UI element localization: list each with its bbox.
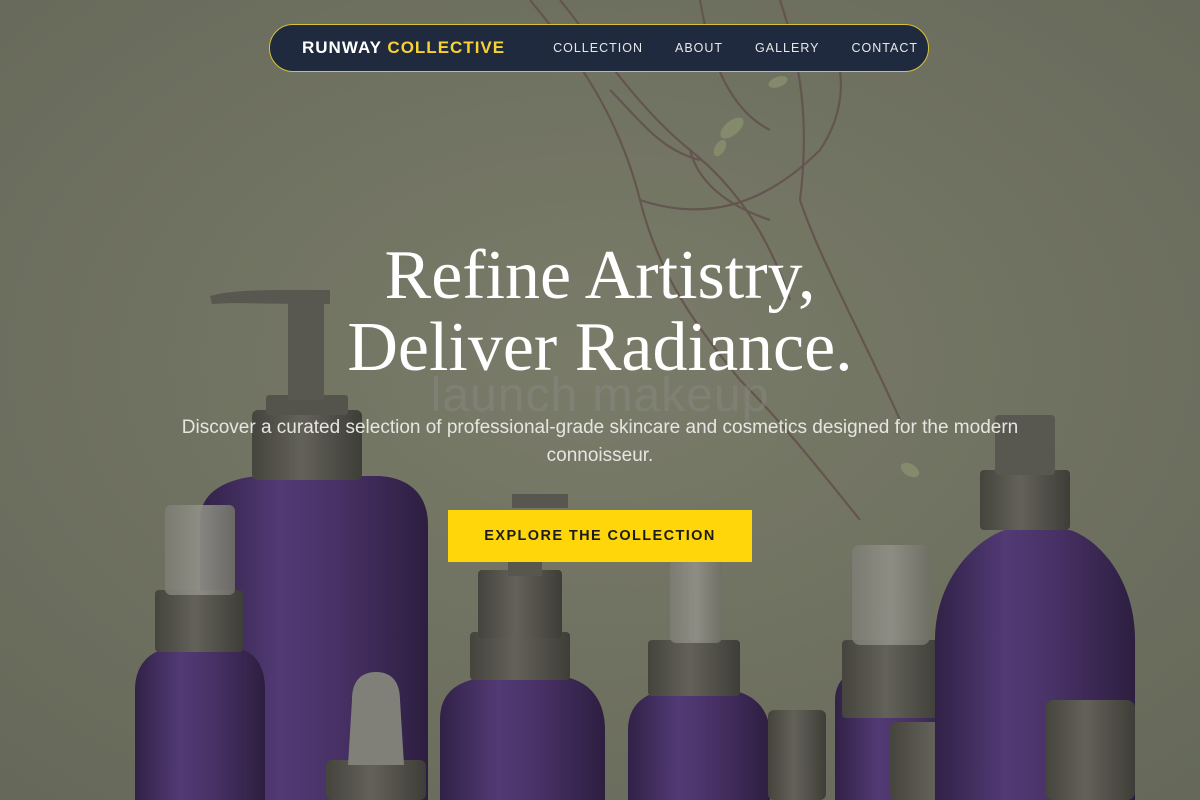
hero-title-line-1: Refine Artistry, <box>384 237 816 314</box>
top-navigation: RUNWAY COLLECTIVE COLLECTION ABOUT GALLE… <box>269 24 929 72</box>
hero-title-line-2: Deliver Radiance. <box>347 309 853 386</box>
brand-logo[interactable]: RUNWAY COLLECTIVE <box>302 38 505 58</box>
nav-links: COLLECTION ABOUT GALLERY CONTACT <box>521 41 918 55</box>
nav-link-collection[interactable]: COLLECTION <box>553 41 643 55</box>
brand-accent: COLLECTIVE <box>387 38 506 57</box>
hero-title: Refine Artistry, Deliver Radiance. <box>0 240 1200 384</box>
nav-link-gallery[interactable]: GALLERY <box>755 41 819 55</box>
hero-subtitle: Discover a curated selection of professi… <box>181 417 1019 466</box>
hero-section: Refine Artistry, Deliver Radiance. Disco… <box>0 240 1200 562</box>
brand-primary: RUNWAY <box>302 38 382 57</box>
explore-collection-button[interactable]: EXPLORE THE COLLECTION <box>448 510 752 562</box>
nav-link-contact[interactable]: CONTACT <box>852 41 919 55</box>
nav-link-about[interactable]: ABOUT <box>675 41 723 55</box>
